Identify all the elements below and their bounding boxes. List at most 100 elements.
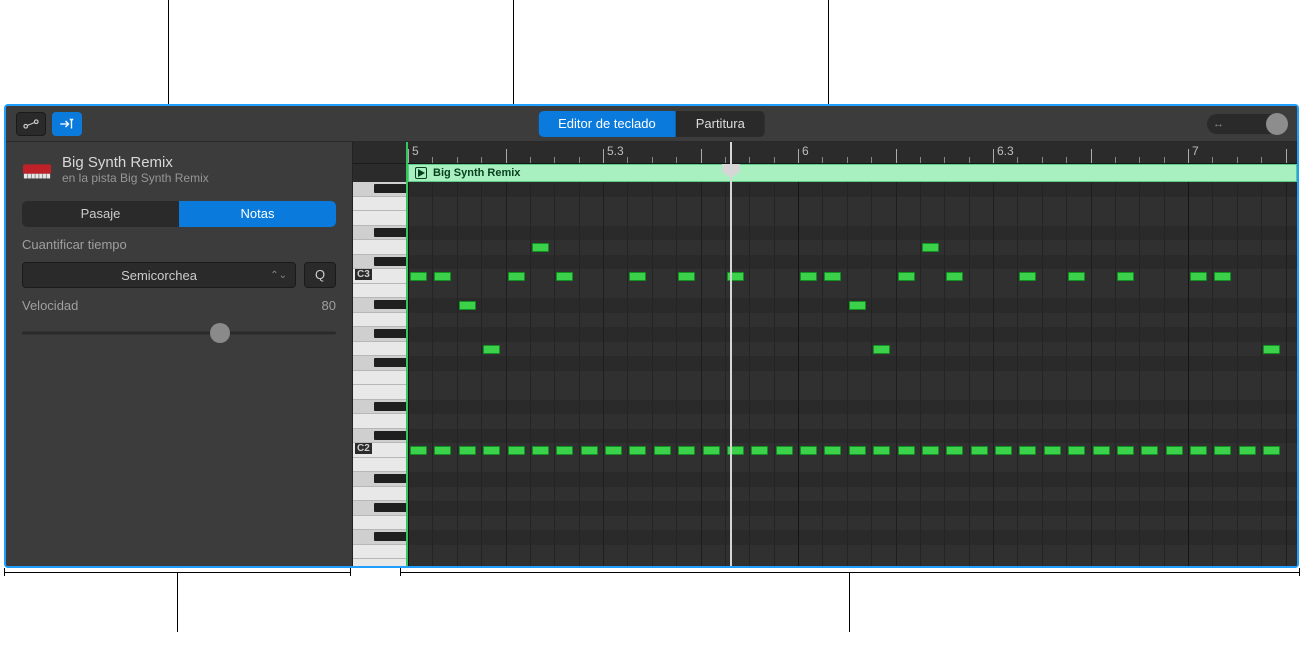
midi-note[interactable] <box>605 446 622 455</box>
editor-body: Big Synth Remix en la pista Big Synth Re… <box>6 142 1297 566</box>
play-region-icon[interactable] <box>415 167 427 179</box>
midi-note[interactable] <box>946 446 963 455</box>
midi-note[interactable] <box>800 446 817 455</box>
quantize-apply-button[interactable]: Q <box>304 262 336 288</box>
tab-keyboard-editor[interactable]: Editor de teclado <box>538 111 676 137</box>
midi-note[interactable] <box>946 272 963 281</box>
midi-note[interactable] <box>751 446 768 455</box>
midi-note[interactable] <box>824 272 841 281</box>
midi-note[interactable] <box>898 272 915 281</box>
midi-note[interactable] <box>922 446 939 455</box>
catch-playhead-toggle[interactable] <box>52 112 82 136</box>
midi-note[interactable] <box>1263 345 1280 354</box>
midi-note[interactable] <box>873 345 890 354</box>
midi-note[interactable] <box>1117 446 1134 455</box>
piano-keyboard[interactable]: C3C2 <box>352 142 406 566</box>
horizontal-zoom-slider[interactable]: ↔ <box>1207 114 1287 134</box>
chevron-updown-icon: ⌃⌄ <box>270 270 287 281</box>
inspector-panel: Big Synth Remix en la pista Big Synth Re… <box>6 142 352 566</box>
note-grid[interactable] <box>408 182 1297 566</box>
midi-note[interactable] <box>849 301 866 310</box>
midi-note[interactable] <box>581 446 598 455</box>
quantize-dropdown[interactable]: Semicorchea ⌃⌄ <box>22 262 296 288</box>
midi-note[interactable] <box>971 446 988 455</box>
ruler-bar-label: 5.3 <box>607 144 624 158</box>
midi-note[interactable] <box>1044 446 1061 455</box>
midi-note[interactable] <box>703 446 720 455</box>
ruler-bar-label: 7 <box>1192 144 1199 158</box>
piano-roll-grid[interactable]: 5 5.3 6 6.3 7 Big Synth Remix <box>406 142 1297 566</box>
midi-note[interactable] <box>410 446 427 455</box>
midi-note[interactable] <box>508 272 525 281</box>
midi-note[interactable] <box>459 301 476 310</box>
toolbar-left-controls <box>6 112 82 136</box>
ruler-bar-label: 6.3 <box>997 144 1014 158</box>
midi-note[interactable] <box>483 446 500 455</box>
midi-note[interactable] <box>629 272 646 281</box>
zoom-slider-knob[interactable] <box>1266 113 1288 135</box>
playhead[interactable] <box>730 142 732 566</box>
midi-note[interactable] <box>922 243 939 252</box>
midi-note[interactable] <box>1117 272 1134 281</box>
region-title: Big Synth Remix <box>62 154 209 171</box>
midi-note[interactable] <box>459 446 476 455</box>
inspector-mode-switch: Pasaje Notas <box>22 201 336 227</box>
zoom-arrows-icon: ↔ <box>1207 118 1224 130</box>
midi-note[interactable] <box>1214 272 1231 281</box>
midi-note[interactable] <box>776 446 793 455</box>
midi-note[interactable] <box>1019 272 1036 281</box>
region-strip-name: Big Synth Remix <box>433 167 520 179</box>
region-strip[interactable]: Big Synth Remix <box>408 164 1297 182</box>
midi-note[interactable] <box>532 446 549 455</box>
midi-note[interactable] <box>1190 272 1207 281</box>
quantize-value: Semicorchea <box>121 268 197 283</box>
time-ruler[interactable]: 5 5.3 6 6.3 7 <box>408 142 1297 164</box>
velocity-slider[interactable] <box>22 323 336 343</box>
region-header: Big Synth Remix en la pista Big Synth Re… <box>22 150 336 191</box>
midi-note[interactable] <box>995 446 1012 455</box>
midi-note[interactable] <box>824 446 841 455</box>
mode-pasaje-button[interactable]: Pasaje <box>22 201 179 227</box>
ruler-bar-label: 5 <box>412 144 419 158</box>
velocity-value: 80 <box>322 298 336 313</box>
velocity-label: Velocidad <box>22 298 78 313</box>
midi-note[interactable] <box>654 446 671 455</box>
midi-note[interactable] <box>1093 446 1110 455</box>
midi-note[interactable] <box>1166 446 1183 455</box>
midi-note[interactable] <box>873 446 890 455</box>
midi-note[interactable] <box>1190 446 1207 455</box>
midi-note[interactable] <box>1068 272 1085 281</box>
slider-track <box>22 332 336 335</box>
midi-note[interactable] <box>1214 446 1231 455</box>
midi-note[interactable] <box>556 272 573 281</box>
midi-note[interactable] <box>556 446 573 455</box>
tab-score[interactable]: Partitura <box>676 111 765 137</box>
view-mode-switch: Editor de teclado Partitura <box>538 111 765 137</box>
mode-notas-button[interactable]: Notas <box>179 201 336 227</box>
midi-note[interactable] <box>434 446 451 455</box>
midi-note[interactable] <box>849 446 866 455</box>
velocity-slider-knob[interactable] <box>210 323 230 343</box>
midi-note[interactable] <box>1068 446 1085 455</box>
ruler-bar-label: 6 <box>802 144 809 158</box>
editor-toolbar: Editor de teclado Partitura ↔ <box>6 106 1297 142</box>
midi-note[interactable] <box>1141 446 1158 455</box>
midi-note[interactable] <box>800 272 817 281</box>
midi-note[interactable] <box>434 272 451 281</box>
region-subtitle: en la pista Big Synth Remix <box>62 171 209 185</box>
midi-note[interactable] <box>1019 446 1036 455</box>
midi-note[interactable] <box>483 345 500 354</box>
midi-note[interactable] <box>1239 446 1256 455</box>
midi-note[interactable] <box>898 446 915 455</box>
quantize-label: Cuantificar tiempo <box>22 237 336 252</box>
midi-note[interactable] <box>410 272 427 281</box>
instrument-icon <box>22 157 52 183</box>
automation-toggle[interactable] <box>16 112 46 136</box>
midi-note[interactable] <box>629 446 646 455</box>
midi-note[interactable] <box>678 272 695 281</box>
midi-note[interactable] <box>508 446 525 455</box>
midi-note[interactable] <box>1263 446 1280 455</box>
midi-note[interactable] <box>532 243 549 252</box>
piano-roll-editor: Editor de teclado Partitura ↔ Big Synth … <box>4 104 1299 568</box>
midi-note[interactable] <box>678 446 695 455</box>
